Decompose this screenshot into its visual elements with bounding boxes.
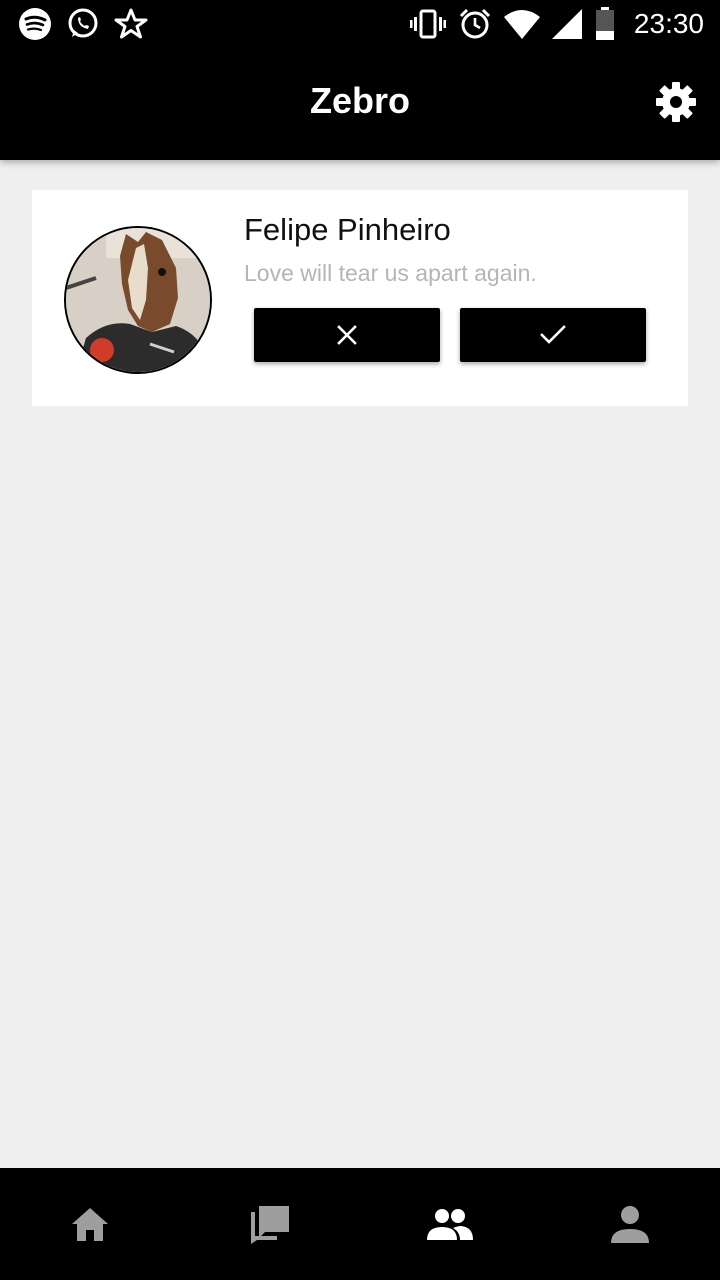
friend-request-card: Felipe Pinheiro Love will tear us apart … <box>32 190 688 406</box>
people-icon <box>427 1208 473 1240</box>
bottom-navigation <box>0 1168 720 1280</box>
app-title: Zebro <box>309 80 410 121</box>
nav-home[interactable] <box>0 1168 180 1280</box>
spotify-icon <box>18 7 52 41</box>
nav-friends[interactable] <box>360 1168 540 1280</box>
whatsapp-icon <box>66 7 100 41</box>
wifi-icon <box>503 9 540 39</box>
avatar <box>64 226 212 374</box>
star-icon <box>114 7 148 41</box>
settings-icon <box>654 80 698 124</box>
signal-icon <box>551 9 582 39</box>
check-icon <box>540 324 566 346</box>
nav-chats[interactable] <box>180 1168 360 1280</box>
status-bar: 23:30 <box>0 0 720 48</box>
battery-icon <box>594 7 616 41</box>
requester-name: Felipe Pinheiro <box>244 212 451 247</box>
status-time: 23:30 <box>633 8 704 39</box>
app-bar: Zebro <box>0 48 720 160</box>
person-icon <box>611 1205 649 1243</box>
reject-button[interactable] <box>254 308 440 362</box>
close-icon <box>336 324 358 346</box>
notification-icons <box>18 7 148 41</box>
home-icon <box>70 1206 110 1242</box>
requester-status: Love will tear us apart again. <box>244 260 537 286</box>
system-icons: 23:30 <box>409 7 704 41</box>
settings-button[interactable] <box>654 80 698 124</box>
nav-profile[interactable] <box>540 1168 720 1280</box>
chat-icon <box>249 1204 291 1244</box>
accept-button[interactable] <box>460 308 646 362</box>
vibrate-icon <box>409 7 446 41</box>
alarm-icon <box>458 7 492 41</box>
